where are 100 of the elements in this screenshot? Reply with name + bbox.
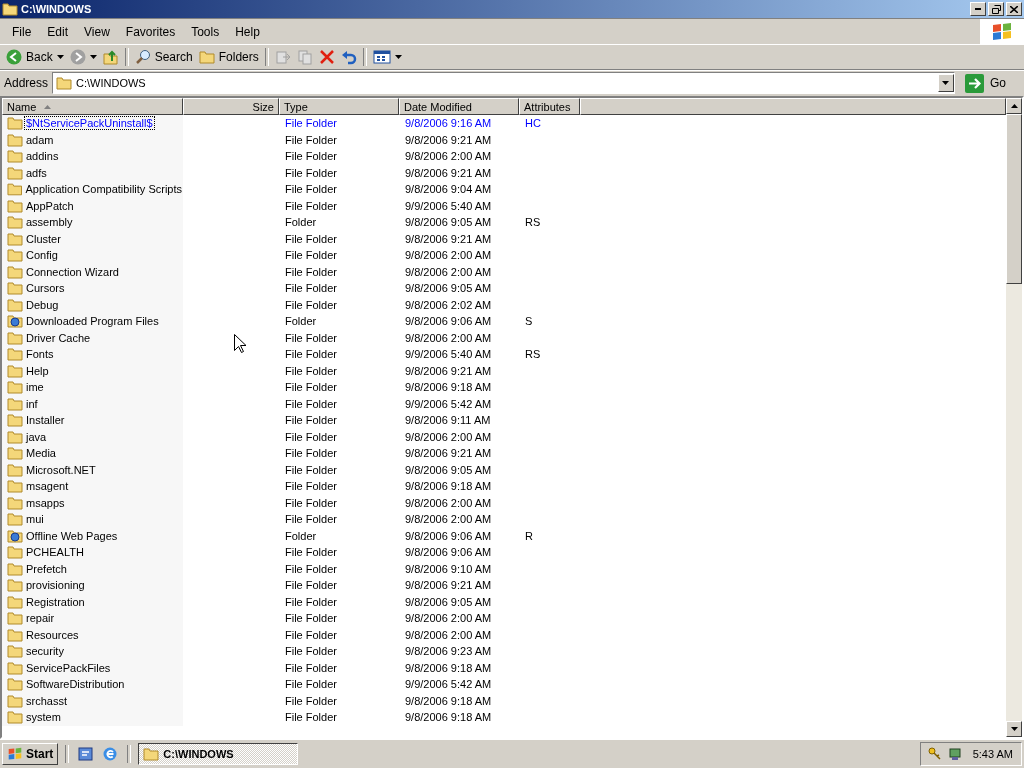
attributes-cell-text: RS [524, 216, 542, 229]
search-icon [134, 49, 151, 65]
up-arrow-icon [1010, 104, 1018, 108]
address-input[interactable]: C:\WINDOWS [76, 77, 934, 89]
type-cell-text: File Folder [284, 249, 338, 262]
file-name[interactable]: adfs [25, 166, 48, 179]
close-button[interactable] [1006, 2, 1022, 16]
attributes-cell-text: HC [524, 117, 542, 130]
date-cell-text: 9/8/2006 9:05 AM [404, 216, 493, 229]
tray-keys-icon[interactable] [926, 746, 943, 762]
address-combo-box[interactable]: C:\WINDOWS [52, 72, 955, 94]
folders-icon [198, 50, 215, 64]
type-cell-text: File Folder [284, 595, 338, 608]
type-cell-text: File Folder [284, 265, 338, 278]
file-name[interactable]: adam [25, 133, 55, 146]
type-cell-text: File Folder [284, 678, 338, 691]
taskbar-window-button[interactable]: C:\WINDOWS [138, 743, 299, 765]
date-cell-text: 9/9/2006 5:40 AM [404, 199, 493, 212]
column-header[interactable]: Size [183, 98, 279, 115]
scroll-up-button[interactable] [1006, 98, 1022, 114]
date-cell-text: 9/8/2006 9:21 AM [404, 364, 493, 377]
column-header[interactable]: Type [279, 98, 399, 115]
address-dropdown-button[interactable] [938, 74, 954, 92]
folder-icon [2, 2, 18, 16]
file-name[interactable]: Media [25, 447, 57, 460]
mouse-pointer-icon [234, 334, 246, 354]
file-name[interactable]: Help [25, 364, 50, 377]
date-cell-text: 9/8/2006 2:00 AM [404, 265, 493, 278]
type-cell-text: File Folder [284, 199, 338, 212]
type-cell-text: Folder [284, 529, 318, 542]
file-name[interactable]: ime [25, 381, 45, 394]
tray-network-icon[interactable] [946, 746, 963, 762]
scroll-thumb[interactable] [1006, 114, 1022, 284]
file-name[interactable]: inf [25, 397, 39, 410]
file-name[interactable]: Fonts [25, 348, 55, 361]
date-cell-text: 9/8/2006 9:21 AM [404, 166, 493, 179]
file-name[interactable]: Cluster [25, 232, 62, 245]
type-cell-text: File Folder [284, 298, 338, 311]
vertical-scrollbar[interactable] [1006, 98, 1022, 737]
menu-item[interactable]: File [4, 24, 40, 39]
file-name[interactable]: Prefetch [25, 562, 68, 575]
file-name[interactable]: mui [25, 513, 45, 526]
file-name[interactable]: java [25, 430, 48, 443]
file-name[interactable]: Debug [25, 298, 60, 311]
toolbar-button[interactable]: Search [131, 46, 196, 68]
type-cell-text: Folder [284, 315, 318, 328]
date-cell-text: 9/8/2006 9:21 AM [404, 579, 493, 592]
date-cell-text: 9/8/2006 9:11 AM [404, 414, 492, 427]
date-cell-text: 9/8/2006 2:00 AM [404, 612, 493, 625]
file-name[interactable]: security [25, 645, 65, 658]
type-cell-text: File Folder [284, 447, 338, 460]
type-cell-text: File Folder [284, 133, 338, 146]
date-cell-text: 9/8/2006 2:00 AM [404, 249, 493, 262]
type-cell-text: File Folder [284, 381, 338, 394]
restore-button[interactable] [988, 2, 1004, 16]
close-icon [1010, 5, 1018, 13]
file-name[interactable]: addins [25, 150, 60, 163]
scroll-down-button[interactable] [1006, 721, 1022, 737]
menu-item[interactable]: Tools [183, 24, 228, 39]
date-cell-text: 9/8/2006 2:00 AM [404, 496, 493, 509]
toolbar-button[interactable]: Back [3, 46, 67, 68]
windows-flag-icon [7, 747, 23, 761]
type-cell-text: File Folder [284, 711, 338, 724]
type-cell-text: File Folder [284, 331, 338, 344]
column-header[interactable]: Attributes [519, 98, 580, 115]
minimize-button[interactable] [970, 2, 986, 16]
date-cell-text: 9/8/2006 9:06 AM [404, 315, 493, 328]
column-header[interactable]: Date Modified [399, 98, 519, 115]
go-button[interactable]: Go [959, 73, 1020, 93]
file-name[interactable]: Installer [25, 414, 66, 427]
date-cell-text: 9/8/2006 2:00 AM [404, 513, 493, 526]
file-name[interactable]: msapps [25, 496, 66, 509]
menu-item[interactable]: Edit [39, 24, 77, 39]
date-cell-text: 9/8/2006 9:05 AM [404, 595, 493, 608]
toolbar-button[interactable]: Folders [195, 46, 262, 68]
type-cell-text: File Folder [284, 397, 338, 410]
sort-up-icon [44, 104, 52, 109]
date-cell-text: 9/8/2006 2:00 AM [404, 331, 493, 344]
file-name[interactable]: system [25, 711, 62, 724]
move-to-icon [274, 49, 291, 65]
start-button[interactable]: Start [2, 743, 59, 765]
file-name[interactable]: msagent [25, 480, 70, 493]
date-cell-text: 9/8/2006 9:18 AM [404, 381, 493, 394]
file-name[interactable]: Cursors [25, 282, 66, 295]
views-icon [372, 49, 391, 65]
menu-item[interactable]: View [76, 24, 118, 39]
column-header[interactable]: Name [2, 98, 183, 115]
date-cell-text: 9/9/2006 5:40 AM [404, 348, 493, 361]
browser-e-icon [102, 746, 119, 762]
file-name[interactable]: repair [25, 612, 56, 625]
file-name[interactable]: Config [25, 249, 59, 262]
type-cell-text: File Folder [284, 150, 338, 163]
type-cell-text: File Folder [284, 166, 338, 179]
menu-item[interactable]: Favorites [117, 24, 184, 39]
type-cell-text: File Folder [284, 579, 338, 592]
menu-item[interactable]: Help [227, 24, 268, 39]
folder-up-icon [102, 49, 119, 65]
attributes-cell-text: RS [524, 348, 542, 361]
date-cell-text: 9/9/2006 5:42 AM [404, 678, 493, 691]
file-name[interactable]: srchasst [25, 694, 68, 707]
